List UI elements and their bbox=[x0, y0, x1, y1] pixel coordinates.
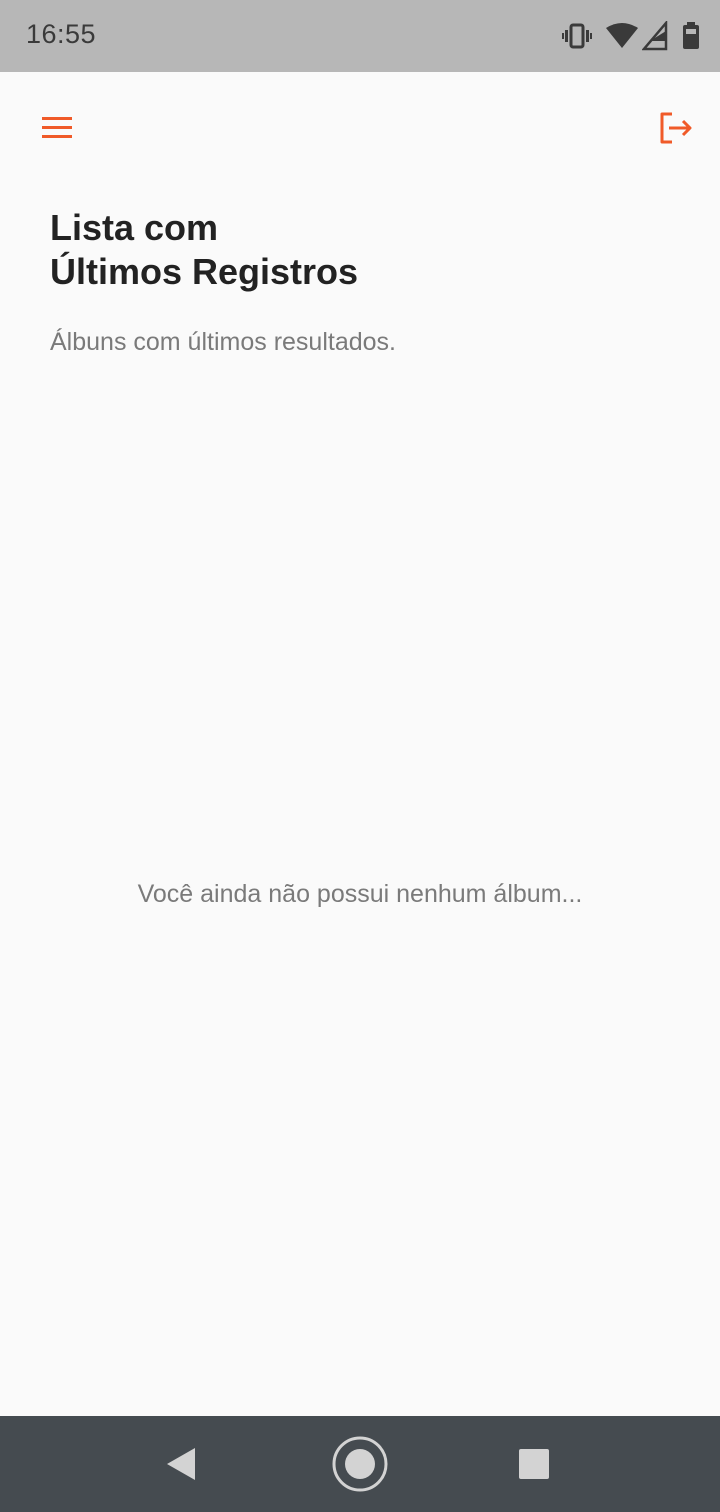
wifi-icon bbox=[606, 23, 638, 49]
battery-icon bbox=[682, 22, 700, 50]
recents-icon bbox=[519, 1449, 549, 1479]
app-bar bbox=[0, 72, 720, 184]
page-subtitle: Álbuns com últimos resultados. bbox=[50, 328, 396, 356]
page-title-line-1: Lista com bbox=[50, 207, 219, 248]
app-screen: 16:55 Lista com Últimos Registros Álbuns… bbox=[0, 0, 720, 1512]
hamburger-menu-icon bbox=[42, 117, 72, 138]
menu-button[interactable] bbox=[30, 108, 84, 148]
status-bar: 16:55 bbox=[0, 0, 720, 72]
logout-icon bbox=[660, 112, 692, 144]
nav-home-button[interactable] bbox=[330, 1434, 390, 1494]
back-icon bbox=[167, 1448, 195, 1480]
status-time: 16:55 bbox=[26, 19, 97, 49]
logout-button[interactable] bbox=[654, 106, 698, 150]
status-icons bbox=[548, 20, 700, 52]
home-icon bbox=[332, 1436, 388, 1492]
signal-icon bbox=[642, 21, 668, 51]
vibrate-icon bbox=[562, 23, 592, 49]
page-title-line-2: Últimos Registros bbox=[50, 251, 359, 292]
nav-back-button[interactable] bbox=[152, 1434, 212, 1494]
system-nav-bar bbox=[0, 1416, 720, 1512]
page-title: Lista com Últimos Registros bbox=[50, 206, 650, 294]
nav-recents-button[interactable] bbox=[504, 1434, 564, 1494]
empty-state-message: Você ainda não possui nenhum álbum... bbox=[137, 880, 583, 908]
